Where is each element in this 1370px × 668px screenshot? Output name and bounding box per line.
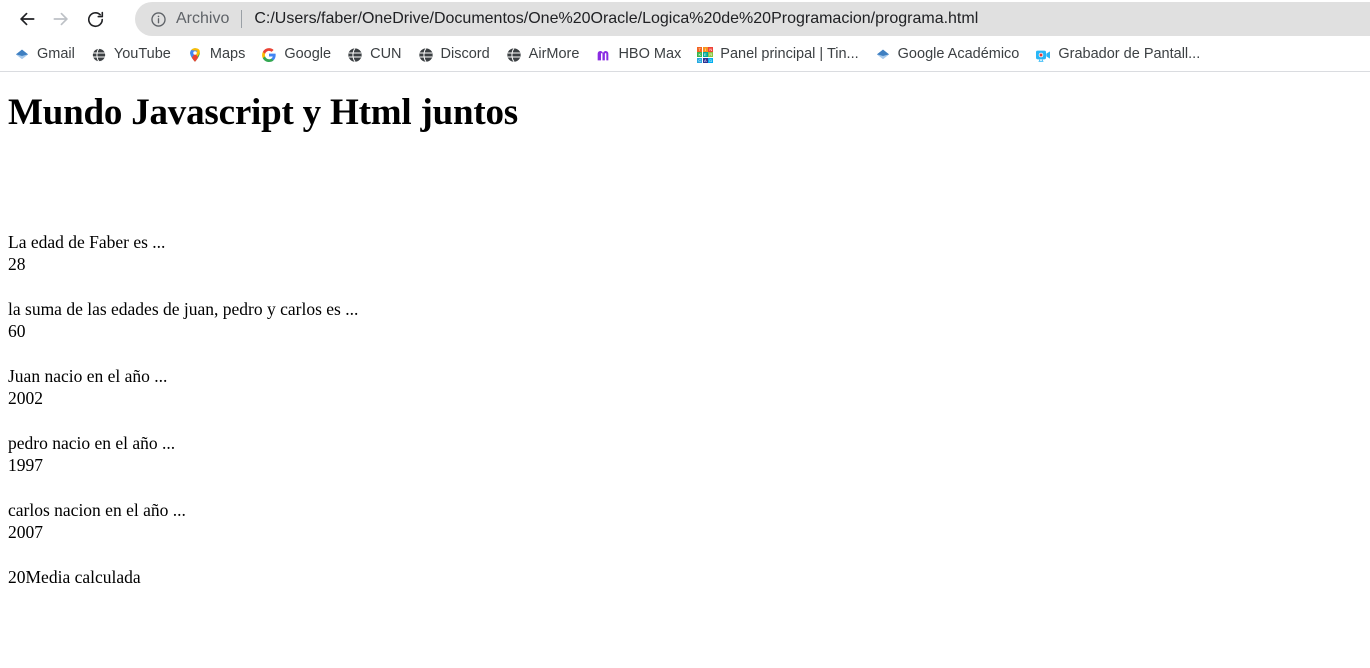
tinkercad-grid-icon: TINKERCAD [697,46,714,63]
bookmark-google-academico[interactable]: Google Académico [867,42,1028,68]
bookmark-cun[interactable]: CUN [339,42,409,68]
bookmark-label: Discord [440,46,490,63]
bookmark-discord[interactable]: Discord [410,42,498,68]
body-line: pedro nacio en el año ... [8,432,176,453]
bookmark-gmail[interactable]: Gmail [6,42,83,68]
body-line: 1997 [8,455,43,476]
body-line: carlos nacion en el año ... [8,499,186,520]
bookmark-label: Google Académico [897,46,1020,63]
body-line: 2007 [8,522,43,543]
body-line: la suma de las edades de juan, pedro y c… [8,298,359,319]
bookmark-hbo-max[interactable]: HBO Max [587,42,689,68]
bookmark-maps[interactable]: Maps [179,42,253,68]
globe-icon [506,47,522,63]
bookmark-label: Maps [209,46,246,63]
back-button[interactable] [10,2,44,36]
globe-icon [347,47,363,63]
blue-diamond-icon [875,47,891,63]
tinkercad-cell: C [697,57,703,63]
body-line: 28 [8,254,26,275]
globe-icon [91,47,107,63]
bookmark-label: YouTube [113,46,171,63]
map-pin-icon [187,47,203,63]
tinkercad-cell: I [702,46,708,52]
hbomax-m-icon [595,47,611,63]
body-line: Juan nacio en el año ... [8,365,168,386]
omnibox-separator [241,10,243,28]
tinkercad-cell: D [708,57,714,63]
page-content: Mundo Javascript y Html juntos La edad d… [0,72,1370,668]
bookmark-label: CUN [370,46,402,63]
bookmark-tinkercad[interactable]: TINKERCAD Panel principal | Tin... [689,42,866,68]
bookmark-label: Google [284,46,332,63]
tinkercad-cell: K [697,52,703,57]
bookmark-google[interactable]: Google [253,42,339,68]
bookmark-youtube[interactable]: YouTube [83,42,179,68]
google-g-icon [261,47,277,63]
globe-icon [418,47,434,63]
bookmark-label: Grabador de Pantall... [1058,46,1201,63]
body-line: 2002 [8,388,43,409]
bookmark-grabador-pantalla[interactable]: Grabador de Pantall... [1027,42,1208,68]
reload-icon [86,10,105,29]
bookmark-label: Gmail [37,46,75,63]
tinkercad-cell: A [702,57,708,63]
body-line: La edad de Faber es ... [8,231,166,252]
bookmark-label: AirMore [528,46,580,63]
arrow-right-icon [51,9,71,29]
tinkercad-cell: N [708,46,714,52]
browser-chrome: Archivo C:/Users/faber/OneDrive/Document… [0,0,1370,72]
tinkercad-cell: R [708,52,714,57]
bookmark-airmore[interactable]: AirMore [498,42,588,68]
body-line: 20Media calculada [8,566,141,587]
arrow-left-icon [17,9,37,29]
tinkercad-cell: T [697,46,703,52]
reload-button[interactable] [78,2,112,36]
browser-toolbar: Archivo C:/Users/faber/OneDrive/Document… [0,0,1370,38]
address-bar[interactable]: Archivo C:/Users/faber/OneDrive/Document… [135,2,1370,36]
page-body-text: La edad de Faber es ... 28 la suma de la… [8,231,1362,589]
bookmark-label: HBO Max [618,46,682,63]
tinkercad-grid: TINKERCAD [697,46,714,63]
bookmark-label: Panel principal | Tin... [720,46,859,63]
tinkercad-cell: E [702,52,708,57]
page-title: Mundo Javascript y Html juntos [8,92,518,133]
body-line: 60 [8,321,26,342]
info-circle-icon[interactable] [149,10,167,28]
forward-button[interactable] [44,2,78,36]
url-text: C:/Users/faber/OneDrive/Documentos/One%2… [254,10,979,27]
bookmarks-bar: Gmail YouTube Maps Google CUN Discord Ai… [0,38,1370,72]
video-camera-record-icon [1035,47,1051,63]
blue-diamond-icon [14,47,30,63]
url-scheme-label: Archivo [176,10,230,27]
